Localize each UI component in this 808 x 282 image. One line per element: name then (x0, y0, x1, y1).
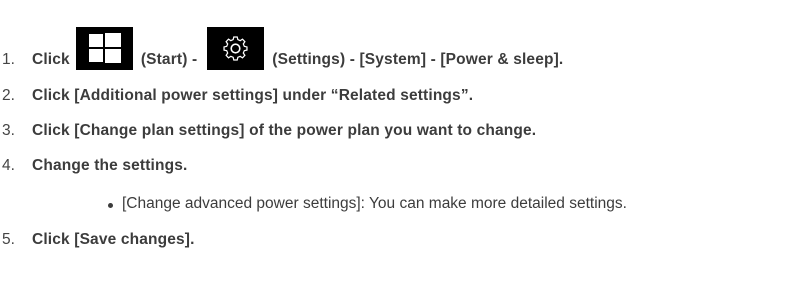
gear-settings-icon (207, 27, 265, 70)
step-number: 5. (2, 231, 15, 248)
step-text: Change the settings. (32, 157, 188, 174)
windows-start-icon (75, 27, 133, 70)
bullet-dot (108, 202, 113, 208)
sub-bullet-text: [Change advanced power settings]: You ca… (122, 195, 627, 212)
step-number: 2. (2, 87, 15, 104)
instruction-steps: 1. Click (Start) - (Settings) - [System]… (0, 0, 808, 282)
step-text: (Start) - (140, 51, 198, 68)
sub-bullet: [Change advanced power settings]: You ca… (108, 194, 627, 214)
step-text: Click [Change plan settings] of the powe… (32, 122, 537, 139)
step-text: (Settings) - [System] - [Power & sleep]. (272, 51, 564, 68)
step-number: 4. (2, 157, 15, 174)
step-1: 1. Click (Start) - (Settings) - [System]… (0, 27, 563, 70)
step-number: 1. (2, 51, 15, 68)
step-text: Click [Save changes]. (32, 231, 195, 248)
step-3: 3. Click [Change plan settings] of the p… (0, 121, 536, 141)
step-text: Click (32, 51, 70, 68)
step-4: 4. Change the settings. (0, 156, 187, 176)
step-text: Click [Additional power settings] under … (32, 87, 474, 104)
step-2: 2. Click [Additional power settings] und… (0, 86, 473, 106)
step-5: 5. Click [Save changes]. (0, 230, 195, 250)
step-number: 3. (2, 122, 15, 139)
